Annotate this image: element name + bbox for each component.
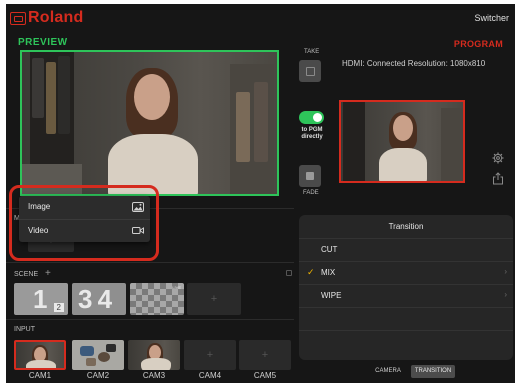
transition-empty-row xyxy=(299,307,513,330)
transition-panel: Transition CUT ✓ MIX › WIPE › xyxy=(299,215,513,360)
menu-item-video[interactable]: Video xyxy=(19,219,150,242)
brand-name: Roland xyxy=(28,9,84,26)
program-monitor[interactable] xyxy=(339,100,465,183)
scene-tile-2-numbers: 3 4 xyxy=(78,284,112,314)
cam1-thumbnail[interactable] xyxy=(14,340,66,370)
fade-icon xyxy=(306,172,314,180)
roland-logo: Roland xyxy=(10,8,83,28)
transition-option-mix[interactable]: ✓ MIX › xyxy=(299,261,513,284)
cam2-thumbnail[interactable] xyxy=(72,340,124,370)
chevron-right-icon: › xyxy=(504,290,507,299)
scene-tile-1-number: 1 xyxy=(33,284,48,314)
tab-transition[interactable]: TRANSITION xyxy=(411,365,455,378)
checkmark-icon: ✓ xyxy=(307,267,315,277)
switcher-app: Roland Switcher PREVIEW PROGRAM HDMI: Co… xyxy=(6,4,515,383)
cam3-label: CAM3 xyxy=(142,371,166,380)
scene-add-slot[interactable]: + xyxy=(187,283,241,315)
take-button[interactable] xyxy=(299,60,321,82)
preview-monitor[interactable] xyxy=(20,50,279,196)
media-popup-highlight: Image Video xyxy=(9,185,159,261)
toggle-label-line1: to PGM xyxy=(301,127,323,133)
menu-item-image-label: Image xyxy=(28,202,51,211)
preview-label: PREVIEW xyxy=(18,37,68,48)
cam3-thumbnail[interactable] xyxy=(128,340,180,370)
toggle-label-line2: directly xyxy=(301,134,323,140)
media-type-menu: Image Video xyxy=(19,196,150,242)
hdmi-status: HDMI: Connected Resolution: 1080x810 xyxy=(342,59,486,68)
share-icon[interactable] xyxy=(492,172,504,185)
transition-option-wipe[interactable]: WIPE › xyxy=(299,284,513,307)
take-label: TAKE xyxy=(304,49,320,55)
roland-logo-icon xyxy=(10,11,26,25)
cam1-label: CAM1 xyxy=(28,371,52,380)
video-camera-icon xyxy=(132,227,144,234)
program-label: PROGRAM xyxy=(453,39,503,49)
take-icon xyxy=(305,66,315,76)
cam2-label: CAM2 xyxy=(86,371,110,380)
cam5-empty-slot[interactable]: + xyxy=(239,340,291,370)
scene-add-button[interactable]: + xyxy=(45,268,51,279)
fade-button[interactable] xyxy=(299,165,321,187)
transition-option-cut[interactable]: CUT xyxy=(299,238,513,261)
scene-label: SCENE xyxy=(14,271,39,278)
scene-tile-3[interactable]: LIVE xyxy=(130,283,184,315)
transition-option-label: WIPE xyxy=(321,291,342,300)
transition-title: Transition xyxy=(388,222,424,231)
image-icon xyxy=(132,202,144,212)
tab-camera[interactable]: CAMERA xyxy=(366,365,410,378)
cam4-label: CAM4 xyxy=(198,371,222,380)
menu-item-image[interactable]: Image xyxy=(19,196,150,219)
transition-option-label: CUT xyxy=(321,245,338,254)
to-pgm-directly-label: to PGM directly xyxy=(292,127,332,141)
transition-empty-row xyxy=(299,330,513,353)
fade-label: FADE xyxy=(303,190,319,196)
scene-tile-2[interactable]: 3 4 xyxy=(72,283,126,315)
scene-tile-1-sub-number: 2 xyxy=(53,303,64,312)
menu-item-video-label: Video xyxy=(28,226,49,235)
cam4-empty-slot[interactable]: + xyxy=(184,340,236,370)
to-pgm-directly-toggle[interactable] xyxy=(299,111,324,124)
scene-tile-1[interactable]: 1 2 xyxy=(14,283,68,315)
input-label: INPUT xyxy=(14,326,35,333)
chevron-right-icon: › xyxy=(504,267,507,276)
scene-tile-3-tag: LIVE xyxy=(172,285,181,290)
gear-icon[interactable] xyxy=(492,152,504,164)
cam5-label: CAM5 xyxy=(253,371,277,380)
transition-option-label: MIX xyxy=(321,268,336,277)
scene-options-icon[interactable] xyxy=(286,270,292,276)
app-title: Switcher xyxy=(474,13,509,23)
